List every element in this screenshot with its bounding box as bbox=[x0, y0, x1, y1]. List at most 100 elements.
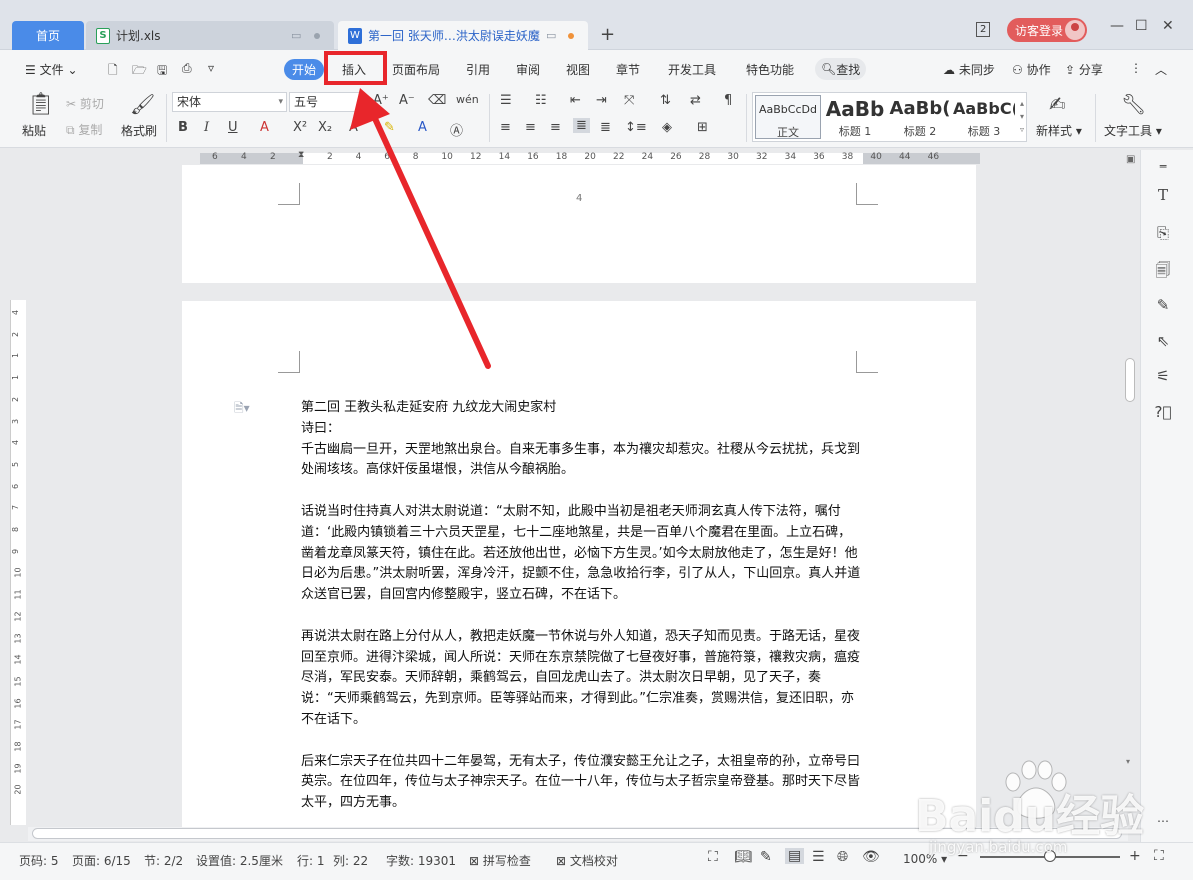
new-style-icon[interactable]: ✍ bbox=[1049, 92, 1066, 116]
status-section[interactable]: 节: 2/2 bbox=[144, 852, 183, 869]
grow-font-icon[interactable]: A⁺ bbox=[373, 93, 389, 108]
pinyin-icon[interactable]: wén bbox=[456, 93, 479, 106]
status-page[interactable]: 页面: 6/15 bbox=[72, 852, 131, 869]
settings-sliders-icon[interactable]: ⚟ bbox=[1153, 367, 1173, 385]
underline-icon[interactable]: U bbox=[228, 120, 238, 135]
notification-badge[interactable]: 2 bbox=[976, 22, 991, 37]
pin-icon[interactable]: ▭ bbox=[291, 21, 301, 50]
minimize-icon[interactable]: — bbox=[1110, 18, 1124, 34]
status-setting[interactable]: 设置值: 2.5厘米 bbox=[196, 852, 283, 869]
text-tools-button[interactable]: 文字工具 ▾ bbox=[1104, 122, 1162, 139]
clear-format-icon[interactable]: ⌫ bbox=[428, 93, 446, 108]
help-icon[interactable]: ?⃝ bbox=[1153, 403, 1173, 421]
sync-button[interactable]: ☁ 未同步 bbox=[943, 61, 995, 78]
tab-developer[interactable]: 开发工具 bbox=[668, 61, 716, 78]
select-cursor-icon[interactable]: ⇖ bbox=[1153, 332, 1173, 350]
justify-icon[interactable]: ≣ bbox=[573, 118, 590, 133]
style-heading-1[interactable]: AaBb 标题 1 bbox=[823, 95, 887, 139]
style-heading-2[interactable]: AaBb( 标题 2 bbox=[888, 95, 952, 139]
page-current[interactable]: 🗎▾ 第二回 王教头私走延安府 九纹龙大闹史家村 诗曰： 千古幽扃一旦开，天罡地… bbox=[182, 301, 976, 827]
tab-page-layout[interactable]: 页面布局 bbox=[392, 61, 440, 78]
pen-icon[interactable]: ✎ bbox=[1153, 296, 1173, 314]
review-icon[interactable]: 🗐 bbox=[1153, 260, 1173, 285]
document-body[interactable]: 第二回 王教头私走延安府 九纹龙大闹史家村 诗曰： 千古幽扃一旦开，天罡地煞出泉… bbox=[301, 398, 861, 814]
chinese-layout-icon[interactable]: ⤧ bbox=[624, 93, 634, 108]
borders-icon[interactable]: ⊞ bbox=[697, 120, 708, 135]
distribute-icon[interactable]: ≣ bbox=[600, 120, 611, 135]
maximize-icon[interactable]: ☐ bbox=[1135, 18, 1148, 34]
char-border-icon[interactable]: Ⓐ bbox=[450, 120, 463, 139]
text-style-icon[interactable]: T bbox=[1153, 186, 1173, 204]
file-menu[interactable]: ☰ 文件 ⌄ bbox=[25, 61, 78, 78]
bullet-list-icon[interactable]: ☰ bbox=[500, 93, 512, 108]
paragraph-menu-icon[interactable]: 🗎▾ bbox=[234, 399, 250, 420]
tab-special[interactable]: 特色功能 bbox=[746, 61, 794, 78]
wrench-icon[interactable]: 🔧︎ bbox=[1121, 92, 1146, 116]
pin-icon[interactable]: ▭ bbox=[546, 21, 556, 50]
status-col[interactable]: 列: 22 bbox=[333, 852, 368, 869]
align-right-icon[interactable]: ≡ bbox=[550, 120, 561, 135]
font-effect-icon[interactable]: A bbox=[260, 120, 269, 135]
style-normal[interactable]: AaBbCcDd 正文 bbox=[755, 95, 821, 139]
subscript-icon[interactable]: X₂ bbox=[318, 120, 332, 135]
style-heading-3[interactable]: AaBbC( 标题 3 bbox=[953, 95, 1015, 139]
font-name-select[interactable]: 宋体 ▾ bbox=[172, 92, 287, 112]
web-view-icon[interactable]: 🌐︎ bbox=[837, 849, 848, 865]
tab-view[interactable]: 视图 bbox=[566, 61, 590, 78]
shrink-font-icon[interactable]: A⁻ bbox=[399, 93, 415, 108]
login-button[interactable]: 访客登录 bbox=[1007, 18, 1087, 42]
numbered-list-icon[interactable]: ☷ bbox=[535, 93, 547, 108]
indent-marker-icon[interactable]: ⧗ bbox=[298, 150, 304, 160]
superscript-icon[interactable]: X² bbox=[293, 120, 307, 135]
copy-button[interactable]: ⧉ 复制 bbox=[66, 121, 102, 138]
show-marks-icon[interactable]: ¶ bbox=[724, 93, 732, 108]
open-folder-icon[interactable]: 🗁 bbox=[132, 61, 147, 82]
document-canvas[interactable]: 4 🗎▾ 第二回 王教头私走延安府 九纹龙大闹史家村 诗曰： 千古幽扃一旦开，天… bbox=[28, 165, 1138, 827]
paste-icon[interactable]: 📋︎ bbox=[27, 92, 55, 117]
format-painter-icon[interactable]: 🖌︎ bbox=[130, 92, 155, 116]
horizontal-ruler[interactable]: 6 4 2 2 4 6 8 10 12 14 16 18 20 22 24 26 28 30 32 34 36 38 40 4… bbox=[200, 150, 980, 165]
quick-access-dropdown-icon[interactable]: ▿ bbox=[208, 61, 214, 75]
tab-start[interactable]: 开始 bbox=[284, 59, 324, 80]
align-center-icon[interactable]: ≡ bbox=[525, 120, 536, 135]
write-mode-icon[interactable]: ✎ bbox=[760, 849, 772, 865]
unsaved-dot-icon[interactable] bbox=[568, 21, 574, 50]
new-tab-button[interactable]: + bbox=[600, 24, 615, 45]
tab-spreadsheet[interactable]: S 计划.xls ▭ bbox=[86, 21, 334, 50]
collab-button[interactable]: ⚇ 协作 bbox=[1012, 61, 1051, 78]
tab-references[interactable]: 引用 bbox=[466, 61, 490, 78]
tab-review[interactable]: 审阅 bbox=[516, 61, 540, 78]
gallery-scroll-icon[interactable]: ▴ ▾ ▿ bbox=[1020, 97, 1024, 136]
text-direction-icon[interactable]: ⇅ bbox=[660, 93, 671, 108]
text-effect-icon[interactable]: A bbox=[349, 120, 358, 135]
decrease-indent-icon[interactable]: ⇤ bbox=[570, 93, 581, 108]
share-button[interactable]: ⇪ 分享 bbox=[1065, 61, 1103, 78]
vertical-scrollbar-thumb[interactable] bbox=[1125, 358, 1135, 402]
ruler-toggle-icon[interactable]: ▣ bbox=[1126, 154, 1135, 165]
highlight-icon[interactable]: ✎ bbox=[384, 120, 395, 135]
tab-close-dot-icon[interactable] bbox=[314, 21, 320, 50]
read-mode-icon[interactable]: 📖︎ bbox=[734, 849, 752, 865]
status-word-count[interactable]: 字数: 19301 bbox=[386, 852, 456, 869]
sidebar-collapse-icon[interactable]: ═ bbox=[1153, 160, 1173, 173]
fullscreen-icon[interactable]: ⛶ bbox=[708, 849, 718, 865]
print-preview-icon[interactable]: ⎙ bbox=[182, 61, 192, 76]
spell-check-button[interactable]: ⊠ 拼写检查 bbox=[469, 852, 531, 869]
tab-home[interactable]: 首页 bbox=[12, 21, 84, 50]
vertical-ruler[interactable]: 4 2 1 1 2 3 4 5 6 7 8 9 10 11 12 13 14 15 16 17 18 19 20 bbox=[10, 300, 26, 825]
save-icon[interactable]: 🖫 bbox=[157, 61, 167, 82]
paste-label[interactable]: 粘贴 bbox=[22, 122, 46, 139]
sort-icon[interactable]: ⇄ bbox=[690, 93, 701, 108]
line-spacing-icon[interactable]: ↕≡ bbox=[625, 120, 647, 135]
collapse-ribbon-icon[interactable]: ︿ bbox=[1155, 61, 1167, 78]
doc-proof-button[interactable]: ⊠ 文档校对 bbox=[556, 852, 618, 869]
font-color-icon[interactable]: A bbox=[418, 120, 427, 135]
tab-document[interactable]: W 第一回 张天师…洪太尉误走妖魔 ▭ bbox=[338, 21, 588, 50]
status-row[interactable]: 行: 1 bbox=[297, 852, 325, 869]
shading-icon[interactable]: ◈ bbox=[662, 120, 672, 135]
new-doc-icon[interactable]: 🗋 bbox=[108, 61, 118, 82]
new-style-button[interactable]: 新样式 ▾ bbox=[1036, 122, 1082, 139]
tab-chapter[interactable]: 章节 bbox=[616, 61, 640, 78]
outline-view-icon[interactable]: ☰ bbox=[812, 849, 825, 865]
align-left-icon[interactable]: ≡ bbox=[500, 120, 511, 135]
